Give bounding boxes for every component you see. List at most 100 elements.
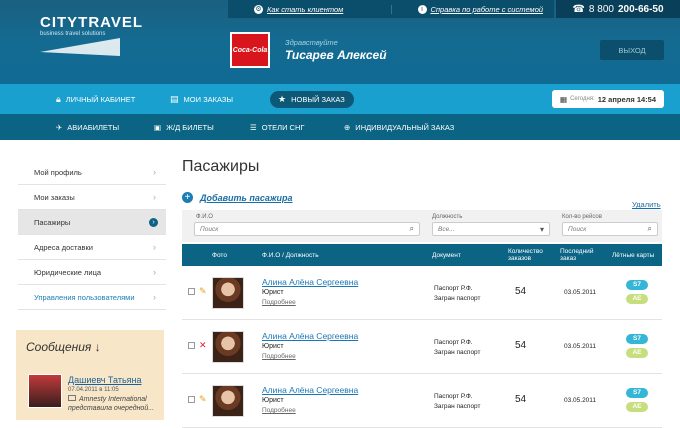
- sidebar-item-label: Мой профиль: [34, 167, 82, 177]
- card-badge-s7: S7: [626, 388, 648, 398]
- message-text[interactable]: Amnesty International представила очеред…: [68, 395, 168, 413]
- nav-new-order-label: НОВЫЙ ЗАКАЗ: [291, 95, 345, 104]
- chevron-right-icon: ›: [153, 167, 156, 177]
- row-checkbox[interactable]: [188, 396, 195, 403]
- user-name[interactable]: Тисарев Алексей: [285, 48, 387, 62]
- documents: Паспорт Р.Ф. Загран паспорт: [434, 392, 481, 412]
- sidebar-item-addresses[interactable]: Адреса доставки ›: [18, 235, 166, 260]
- dropdown-arrow-icon: ▾: [539, 224, 544, 234]
- filter-trips-label: Кол-во рейсов: [562, 214, 602, 220]
- nav-train[interactable]: ▣ Ж/Д БИЛЕТЫ: [154, 114, 214, 140]
- plus-circle-icon: ⊕: [344, 122, 351, 132]
- calendar-icon: ▦: [559, 94, 568, 104]
- col-document: Документ: [432, 251, 461, 259]
- card-badge-ae: AE: [626, 402, 648, 412]
- plus-icon: +: [182, 192, 193, 203]
- col-name: Ф.И.О / Должность: [262, 251, 319, 259]
- chevron-right-icon: ›: [153, 192, 156, 202]
- details-link[interactable]: Подробнее: [262, 407, 296, 414]
- documents: Паспорт Р.Ф. Загран паспорт: [434, 338, 481, 358]
- card-badge-s7: S7: [626, 334, 648, 344]
- card-badge-s7: S7: [626, 280, 648, 290]
- logout-button[interactable]: ВЫХОД: [600, 40, 664, 60]
- lock-icon: 🔒︎: [56, 93, 61, 104]
- nav-personal-cabinet-label: ЛИЧНЫЙ КАБИНЕТ: [65, 94, 136, 104]
- message-author[interactable]: Дашиевч Татьяна: [68, 375, 141, 385]
- trips-search-input[interactable]: Поиск ⌕: [562, 222, 658, 236]
- company-logo: Coca-Cola: [230, 32, 270, 68]
- nav-custom-order-label: ИНДИВИДУАЛЬНЫЙ ЗАКАЗ: [355, 122, 455, 132]
- search-icon: ⌕: [409, 224, 414, 233]
- nav-my-orders[interactable]: ▤ МОИ ЗАКАЗЫ: [170, 84, 233, 114]
- search-icon: ⌕: [647, 224, 652, 233]
- star-icon: ★: [278, 94, 287, 104]
- company-logo-text: Coca-Cola: [232, 46, 268, 54]
- sidebar-item-passengers[interactable]: Пасажиры ›: [18, 210, 166, 235]
- doc-passport: Паспорт Р.Ф.: [434, 285, 473, 292]
- sidebar-item-label: Пасажиры: [34, 217, 71, 227]
- nav-hotels-label: ОТЕЛИ СНГ: [261, 122, 305, 132]
- row-checkbox[interactable]: [188, 288, 195, 295]
- row-checkbox[interactable]: [188, 342, 195, 349]
- nav-personal-cabinet[interactable]: 🔒︎ ЛИЧНЫЙ КАБИНЕТ: [56, 84, 135, 114]
- card-badge-ae: AE: [626, 348, 648, 358]
- passenger-name[interactable]: Алина Алёна Сергеевна: [262, 331, 358, 341]
- nav-new-order[interactable]: ★ НОВЫЙ ЗАКАЗ: [270, 91, 354, 108]
- table-row[interactable]: ✕ Алина Алёна Сергеевна Юрист Подробнее …: [182, 320, 662, 374]
- logo-tagline: business travel solutions: [40, 31, 106, 37]
- phone-prefix: 8 800: [588, 3, 614, 15]
- filter-name-label: Ф.И.О: [196, 214, 213, 220]
- col-order-count: Количество заказов: [508, 248, 543, 262]
- avatar: [212, 331, 244, 363]
- folder-icon: ▤: [170, 93, 179, 104]
- page-title: Пасажиры: [182, 158, 260, 175]
- passenger-name[interactable]: Алина Алёна Сергеевна: [262, 277, 358, 287]
- nav-custom-order[interactable]: ⊕ ИНДИВИДУАЛЬНЫЙ ЗАКАЗ: [344, 114, 454, 140]
- documents: Паспорт Р.Ф. Загран паспорт: [434, 284, 481, 304]
- train-icon: ▣: [154, 122, 162, 132]
- filters-bar: Ф.И.О Поиск ⌕ Должность Все... ▾ Кол-во ре…: [182, 210, 662, 242]
- details-link[interactable]: Подробнее: [262, 299, 296, 306]
- delete-link[interactable]: Удалить: [632, 200, 661, 209]
- top-links: ⚙ Как стать клиентом i Справка по работе…: [228, 0, 554, 18]
- add-passenger-button[interactable]: + Добавить пасажира: [182, 192, 293, 203]
- delete-x-icon[interactable]: ✕: [199, 340, 207, 351]
- become-client-link[interactable]: ⚙ Как стать клиентом: [228, 4, 392, 14]
- passenger-name[interactable]: Алина Алёна Сергеевна: [262, 385, 358, 395]
- name-search-placeholder: Поиск: [200, 225, 219, 233]
- sidebar-item-profile[interactable]: Мой профиль ›: [18, 160, 166, 185]
- phone-icon: ☎: [572, 3, 585, 15]
- sidebar-item-orders[interactable]: Мои заказы ›: [18, 185, 166, 210]
- pencil-icon[interactable]: ✎: [199, 394, 207, 405]
- logo[interactable]: CITYTRAVEL business travel solutions: [40, 14, 143, 37]
- filter-position-label: Должность: [432, 214, 463, 220]
- position-select-value: Все...: [438, 225, 455, 233]
- sidebar-item-user-management[interactable]: Управления пользователями ›: [18, 285, 166, 310]
- pencil-icon[interactable]: ✎: [199, 286, 207, 297]
- order-count: 54: [515, 394, 527, 405]
- avatar: [212, 385, 244, 417]
- passenger-role: Юрист: [262, 343, 284, 350]
- speech-bubble-icon: [68, 395, 76, 401]
- plane-icon: ✈: [56, 122, 63, 132]
- sidebar-item-label: Управления пользователями: [34, 292, 135, 302]
- message-text-body: Amnesty International представила очеред…: [68, 396, 155, 412]
- details-link[interactable]: Подробнее: [262, 353, 296, 360]
- name-search-input[interactable]: Поиск ⌕: [194, 222, 420, 236]
- help-link[interactable]: i Справка по работе с системой: [392, 4, 555, 14]
- sidebar-item-label: Юридические лица: [34, 267, 102, 277]
- trips-search-placeholder: Поиск: [568, 225, 587, 233]
- phone-main: 200-66-50: [617, 3, 664, 15]
- table-row[interactable]: ✎ Алина Алёна Сергеевна Юрист Подробнее …: [182, 266, 662, 320]
- date-value: 12 апреля 14:54: [597, 94, 657, 104]
- messages-title[interactable]: Сообщения ↓: [16, 330, 164, 354]
- nav-hotels[interactable]: ☰ ОТЕЛИ СНГ: [250, 114, 304, 140]
- sidebar-item-legal-entities[interactable]: Юридические лица ›: [18, 260, 166, 285]
- col-photo: Фото: [212, 251, 227, 259]
- nav-my-orders-label: МОИ ЗАКАЗЫ: [183, 94, 234, 104]
- doc-intl-passport: Загран паспорт: [434, 295, 481, 302]
- logo-brand: CITYTRAVEL: [40, 14, 144, 31]
- position-select[interactable]: Все... ▾: [432, 222, 550, 236]
- doc-intl-passport: Загран паспорт: [434, 403, 481, 410]
- nav-flights[interactable]: ✈ АВИАБИЛЕТЫ: [56, 114, 119, 140]
